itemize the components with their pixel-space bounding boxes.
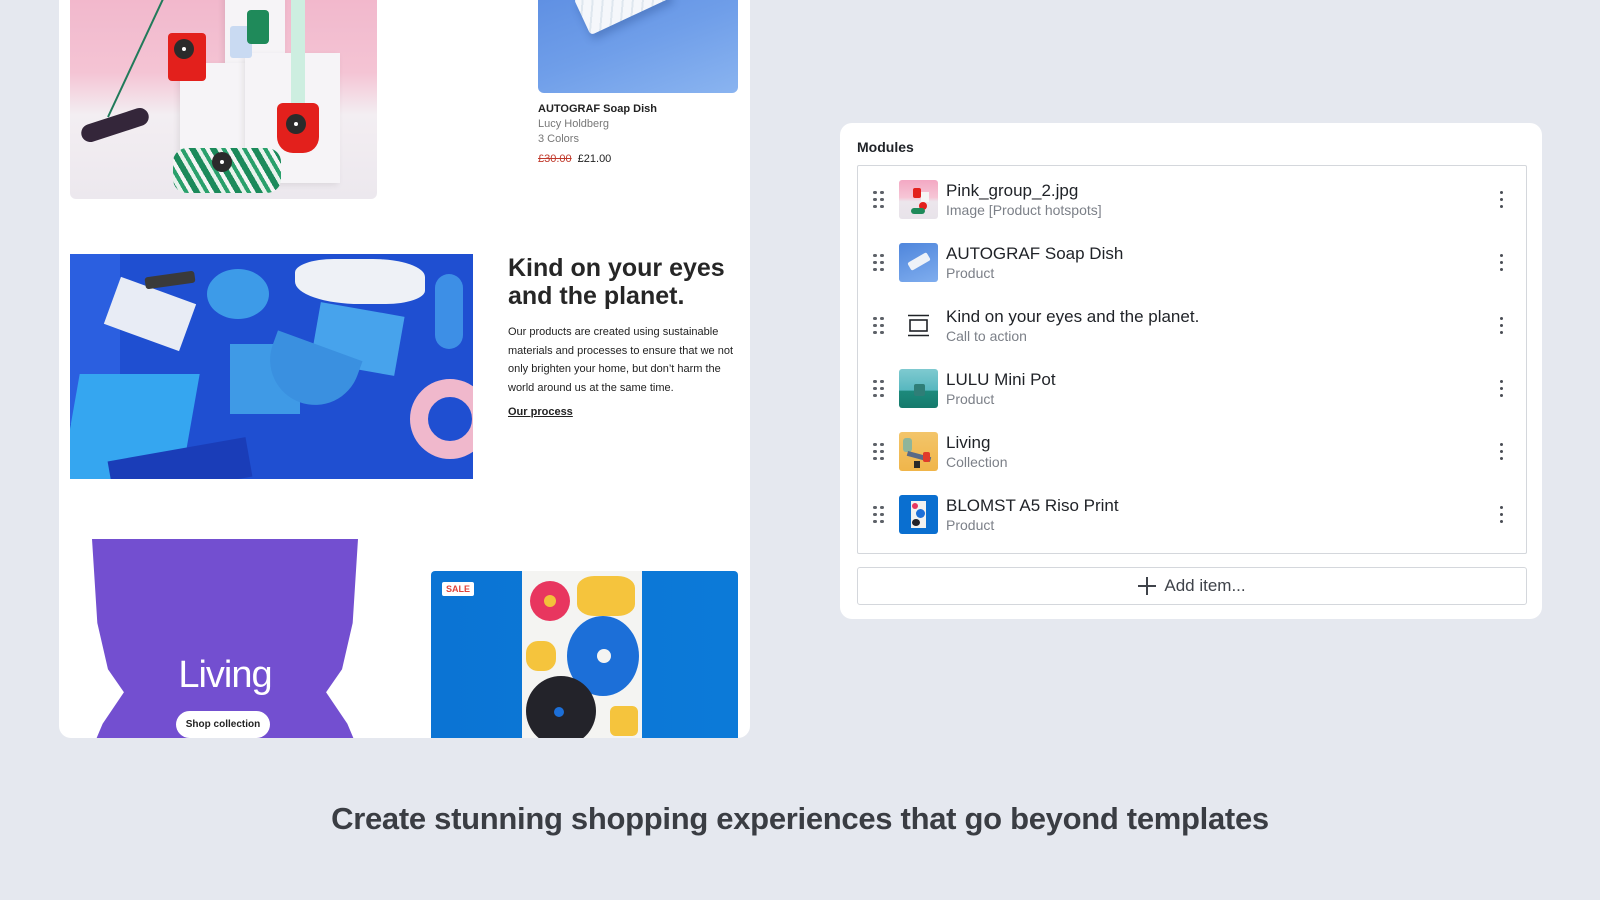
drag-handle-icon[interactable] xyxy=(873,253,885,272)
module-title: BLOMST A5 Riso Print xyxy=(946,496,1119,515)
incense-holder xyxy=(435,274,463,349)
shop-collection-button[interactable]: Shop collection xyxy=(176,711,270,738)
modules-label: Modules xyxy=(857,139,914,155)
white-tissue xyxy=(295,259,425,304)
riso-print xyxy=(522,571,642,738)
mini-pot-thumbnail xyxy=(899,369,938,408)
module-item[interactable]: Pink_group_2.jpg Image [Product hotspots… xyxy=(858,168,1526,231)
flower-center xyxy=(597,649,611,663)
price-original: £30.00 xyxy=(538,153,572,165)
price-row: £30.00 £21.00 xyxy=(538,153,738,165)
cta-body: Our products are created using sustainab… xyxy=(508,326,734,394)
hotspot-marker[interactable] xyxy=(286,114,306,134)
module-item[interactable]: Living Collection xyxy=(858,420,1526,483)
soap-dish-thumbnail xyxy=(899,243,938,282)
hotspot-image xyxy=(70,0,377,199)
flower-center xyxy=(554,707,564,717)
module-subtitle: Product xyxy=(946,391,995,407)
print-card[interactable]: SALE xyxy=(431,571,738,738)
module-text: AUTOGRAF Soap Dish Product xyxy=(946,244,1123,282)
module-item[interactable]: AUTOGRAF Soap Dish Product xyxy=(858,231,1526,294)
hotspot-marker[interactable] xyxy=(212,152,232,172)
drag-handle-icon[interactable] xyxy=(873,505,885,524)
module-title: LULU Mini Pot xyxy=(946,370,1056,389)
product-variants: 3 Colors xyxy=(538,133,579,145)
flower-center xyxy=(544,595,556,607)
stage: AUTOGRAF Soap Dish Lucy Holdberg 3 Color… xyxy=(0,0,1600,900)
lighter xyxy=(144,270,196,290)
more-options-icon[interactable] xyxy=(1496,316,1506,336)
pink-ring xyxy=(410,379,473,459)
module-item[interactable]: LULU Mini Pot Product xyxy=(858,357,1526,420)
incense-stick xyxy=(107,0,173,118)
module-subtitle: Product xyxy=(946,517,995,533)
drag-handle-icon[interactable] xyxy=(873,379,885,398)
plus-icon xyxy=(1138,577,1157,595)
cta-title: Kind on your eyes and the planet. xyxy=(508,254,725,310)
terrazzo-disc xyxy=(207,269,269,319)
cta-image xyxy=(70,254,473,479)
more-options-icon[interactable] xyxy=(1496,505,1506,525)
product-designer: Lucy Holdberg xyxy=(538,118,609,130)
drag-handle-icon[interactable] xyxy=(873,442,885,461)
module-title: Kind on your eyes and the planet. xyxy=(946,307,1200,326)
module-subtitle: Product xyxy=(946,265,995,281)
more-options-icon[interactable] xyxy=(1496,190,1506,210)
module-title: Living xyxy=(946,433,991,452)
riso-print-thumbnail xyxy=(899,495,938,534)
sale-badge: SALE xyxy=(442,582,475,596)
more-options-icon[interactable] xyxy=(1496,379,1506,399)
green-holder xyxy=(247,10,269,44)
module-text: BLOMST A5 Riso Print Product xyxy=(946,496,1119,534)
product-card[interactable]: AUTOGRAF Soap Dish Lucy Holdberg 3 Color… xyxy=(538,0,738,165)
product-title: AUTOGRAF Soap Dish xyxy=(538,103,657,115)
yellow-shape xyxy=(577,576,635,616)
more-options-icon[interactable] xyxy=(1496,253,1506,273)
incense-holder xyxy=(78,105,152,145)
tagline: Create stunning shopping experiences tha… xyxy=(331,801,1269,836)
collection-title: Living xyxy=(178,654,272,696)
yellow-shape xyxy=(526,641,556,671)
pink-scene-thumbnail xyxy=(899,180,938,219)
modules-list: Pink_group_2.jpg Image [Product hotspots… xyxy=(857,165,1527,554)
hotspot-marker[interactable] xyxy=(174,39,194,59)
product-image xyxy=(538,0,738,93)
module-item[interactable]: BLOMST A5 Riso Print Product xyxy=(858,483,1526,546)
module-subtitle: Collection xyxy=(946,454,1008,470)
add-item-label: Add item... xyxy=(1164,576,1246,595)
collection-card[interactable]: Living Shop collection xyxy=(92,539,358,738)
soap-dish-graphic xyxy=(573,0,673,36)
module-text: LULU Mini Pot Product xyxy=(946,370,1056,408)
call-to-action-icon xyxy=(908,314,929,337)
module-title: AUTOGRAF Soap Dish xyxy=(946,244,1124,263)
module-text: Living Collection xyxy=(946,433,1007,471)
module-title: Pink_group_2.jpg xyxy=(946,181,1079,200)
module-subtitle: Image [Product hotspots] xyxy=(946,202,1102,218)
modules-panel: Modules Pink_group_2.jpg Image [Product … xyxy=(840,123,1542,619)
module-subtitle: Call to action xyxy=(946,328,1027,344)
price-sale: £21.00 xyxy=(577,153,612,165)
drag-handle-icon[interactable] xyxy=(873,316,885,335)
more-options-icon[interactable] xyxy=(1496,442,1506,462)
module-item[interactable]: Kind on your eyes and the planet. Call t… xyxy=(858,294,1526,357)
yellow-shape xyxy=(610,706,638,736)
living-collection-thumbnail xyxy=(899,432,938,471)
storefront-preview: AUTOGRAF Soap Dish Lucy Holdberg 3 Color… xyxy=(59,0,750,738)
drag-handle-icon[interactable] xyxy=(873,190,885,209)
module-text: Kind on your eyes and the planet. Call t… xyxy=(946,307,1199,345)
add-item-button[interactable]: Add item... xyxy=(857,567,1527,605)
candle xyxy=(291,0,305,108)
our-process-link[interactable]: Our process xyxy=(508,406,573,418)
module-text: Pink_group_2.jpg Image [Product hotspots… xyxy=(946,181,1102,219)
